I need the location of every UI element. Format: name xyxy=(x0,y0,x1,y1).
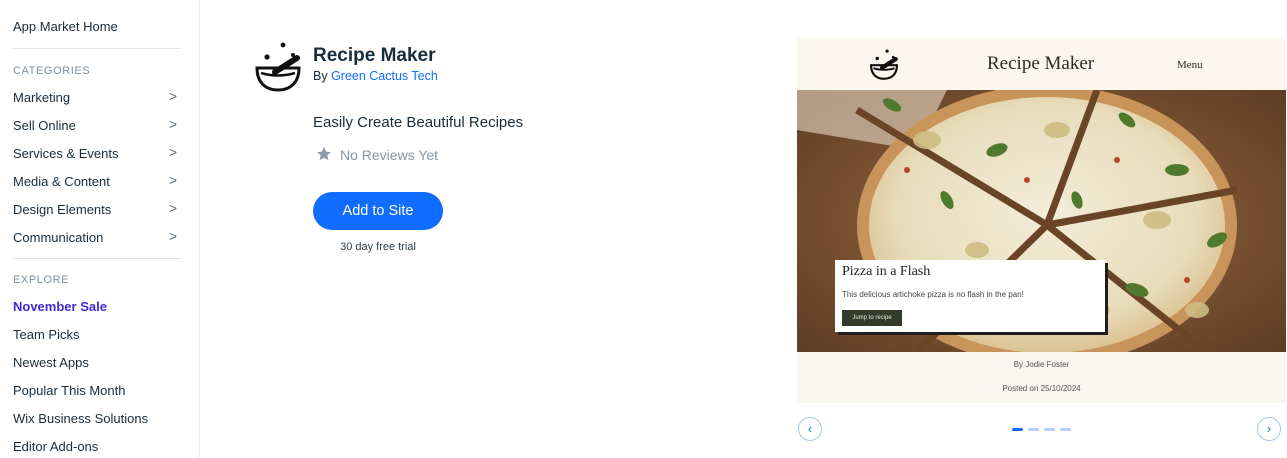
developer-link[interactable]: Green Cactus Tech xyxy=(331,69,438,83)
carousel-dot[interactable] xyxy=(1012,428,1023,431)
sidebar-item-marketing[interactable]: Marketing > xyxy=(13,88,181,108)
sidebar-item-label: Editor Add-ons xyxy=(13,439,99,454)
chevron-right-icon: > xyxy=(168,88,177,104)
chevron-left-icon: ‹ xyxy=(807,421,813,436)
preview-card-title: Pizza in a Flash xyxy=(842,264,931,279)
app-tagline: Easily Create Beautiful Recipes xyxy=(313,114,524,131)
carousel-dot[interactable] xyxy=(1028,428,1039,431)
preview-site-header: Recipe Maker Menu xyxy=(797,38,1286,90)
reviews-text: No Reviews Yet xyxy=(340,147,439,163)
sidebar-item-services-events[interactable]: Services & Events > xyxy=(13,144,181,164)
sidebar-item-label: Team Picks xyxy=(13,327,80,342)
sidebar-item-november-sale[interactable]: November Sale xyxy=(13,297,181,317)
sidebar-item-newest-apps[interactable]: Newest Apps xyxy=(13,353,181,373)
preview-jump-to-recipe-button: Jump to recipe xyxy=(842,310,902,326)
by-prefix: By xyxy=(313,69,332,83)
sidebar-item-label: Popular This Month xyxy=(13,383,126,398)
preview-site-title: Recipe Maker xyxy=(987,53,1095,74)
app-preview-image: Recipe Maker Menu Pizza in a Flash This … xyxy=(797,38,1286,403)
recipe-bowl-icon xyxy=(867,48,901,80)
categories-heading: CATEGORIES xyxy=(13,65,91,77)
carousel-dot[interactable] xyxy=(1060,428,1071,431)
chevron-right-icon: > xyxy=(168,200,177,216)
sidebar: App Market Home CATEGORIES Marketing > S… xyxy=(0,0,200,458)
developer-line: By Green Cactus Tech xyxy=(313,69,438,83)
preview-recipe-card: Pizza in a Flash This delicious artichok… xyxy=(835,260,1105,332)
sidebar-item-team-picks[interactable]: Team Picks xyxy=(13,325,181,345)
sidebar-item-label: Marketing xyxy=(13,90,71,105)
sidebar-item-label: Communication xyxy=(13,230,104,245)
sidebar-divider xyxy=(13,48,181,49)
chevron-right-icon: > xyxy=(168,228,177,244)
preview-card-description: This delicious artichoke pizza is no fla… xyxy=(842,290,1024,299)
explore-heading: EXPLORE xyxy=(13,274,70,286)
recipe-bowl-icon xyxy=(253,40,303,92)
sidebar-item-label: Newest Apps xyxy=(13,355,89,370)
chevron-right-icon: › xyxy=(1266,421,1272,436)
sidebar-item-media-content[interactable]: Media & Content > xyxy=(13,172,181,192)
sidebar-item-label: Design Elements xyxy=(13,202,112,217)
sidebar-item-label: November Sale xyxy=(13,299,107,314)
sidebar-item-communication[interactable]: Communication > xyxy=(13,228,181,248)
sidebar-item-popular-this-month[interactable]: Popular This Month xyxy=(13,381,181,401)
chevron-right-icon: > xyxy=(168,172,177,188)
app-market-home-link[interactable]: App Market Home xyxy=(13,19,118,34)
carousel-dot[interactable] xyxy=(1044,428,1055,431)
sidebar-item-label: Wix Business Solutions xyxy=(13,411,149,426)
carousel-prev-button[interactable]: ‹ xyxy=(798,417,822,441)
sidebar-item-label: Sell Online xyxy=(13,118,76,133)
preview-menu-label: Menu xyxy=(1177,59,1203,71)
carousel-next-button[interactable]: › xyxy=(1257,417,1281,441)
reviews-summary: No Reviews Yet xyxy=(316,146,438,164)
chevron-right-icon: > xyxy=(168,116,177,132)
sidebar-item-label: Media & Content xyxy=(13,174,110,189)
sidebar-item-design-elements[interactable]: Design Elements > xyxy=(13,200,181,220)
pizza-photo: Pizza in a Flash This delicious artichok… xyxy=(797,85,1286,365)
preview-posted-date: Posted on 25/10/2024 xyxy=(1002,384,1081,393)
chevron-right-icon: > xyxy=(168,144,177,160)
sidebar-item-wix-business-solutions[interactable]: Wix Business Solutions xyxy=(13,409,181,429)
sidebar-item-sell-online[interactable]: Sell Online > xyxy=(13,116,181,136)
add-to-site-button[interactable]: Add to Site xyxy=(313,192,443,230)
trial-note: 30 day free trial xyxy=(340,241,416,253)
sidebar-divider xyxy=(13,258,181,259)
star-icon xyxy=(316,146,332,162)
preview-author: By Jodie Foster xyxy=(1013,360,1070,369)
sidebar-item-label: Services & Events xyxy=(13,146,119,161)
sidebar-item-editor-add-ons[interactable]: Editor Add-ons xyxy=(13,437,181,457)
app-title: Recipe Maker xyxy=(313,45,436,66)
